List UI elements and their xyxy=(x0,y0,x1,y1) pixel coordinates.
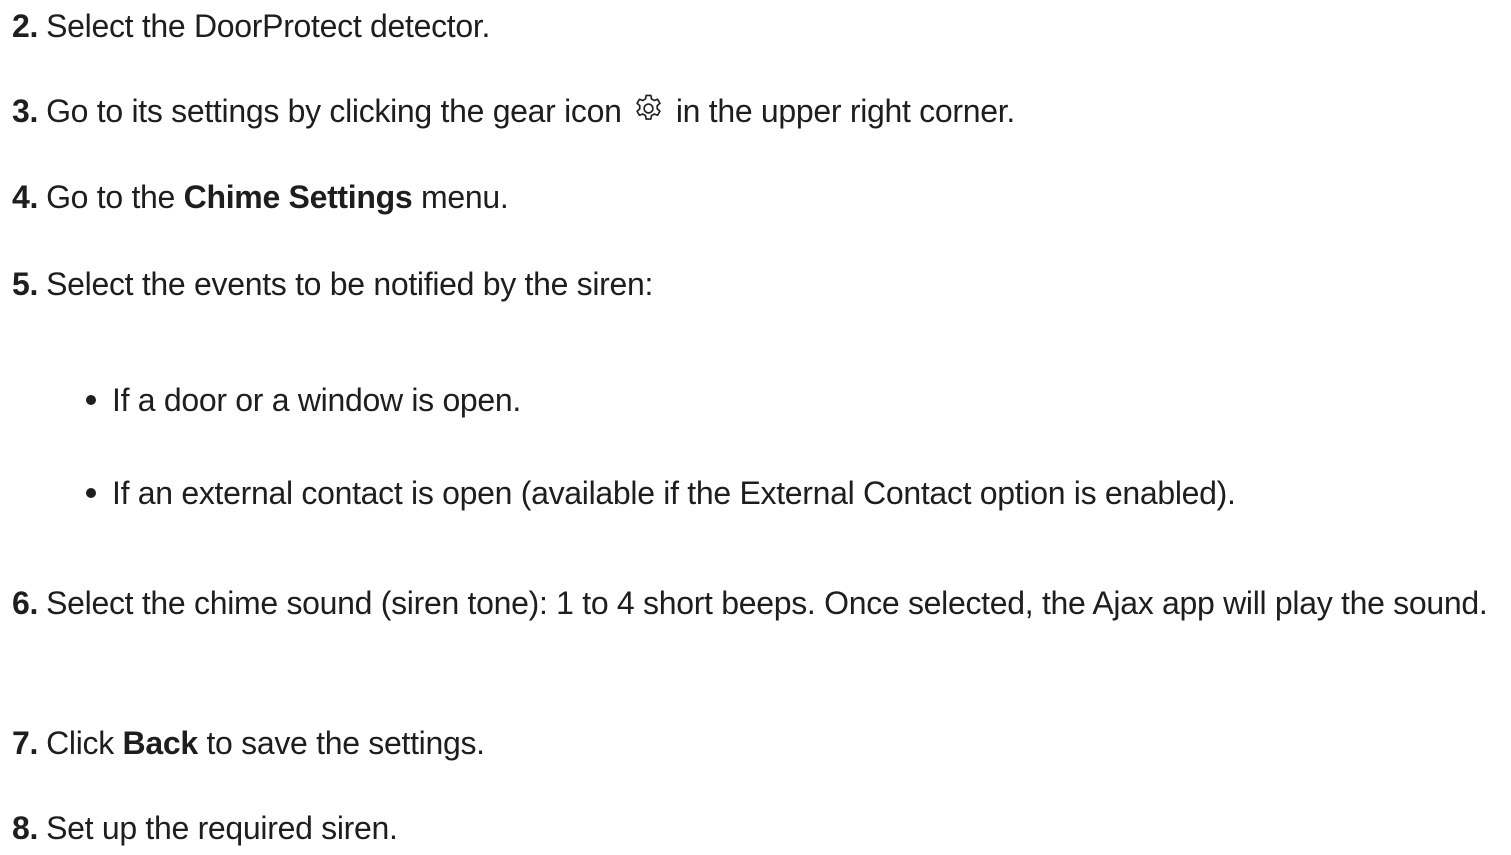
step-text: Set up the required siren. xyxy=(46,810,398,846)
step-3: 3. Go to its settings by clicking the ge… xyxy=(12,84,1507,138)
step-text: Click Back to save the settings. xyxy=(46,716,485,770)
bullet-text: If a door or a window is open. xyxy=(112,382,522,418)
step-5: 5. Select the events to be notified by t… xyxy=(12,257,1507,311)
step-text-part: Click xyxy=(46,725,114,761)
list-item: If a door or a window is open. xyxy=(86,373,1507,427)
step-text: Go to its settings by clicking the gear … xyxy=(46,84,1015,138)
step-2: 2. Select the DoorProtect detector. xyxy=(12,0,1507,53)
step-text-part: in the upper right corner. xyxy=(675,93,1015,129)
list-item: If an external contact is open (availabl… xyxy=(86,466,1507,520)
step-text: Select the DoorProtect detector. xyxy=(46,8,491,44)
step-number: 4. xyxy=(12,179,39,215)
chime-settings-menu-name: Chime Settings xyxy=(183,179,413,215)
step-7: 7. Click Back to save the settings. xyxy=(12,716,1507,770)
step-text: Go to the Chime Settings menu. xyxy=(46,170,509,224)
bullet-dot xyxy=(86,395,96,405)
step-text: Select the chime sound (siren tone): 1 t… xyxy=(46,585,1488,621)
step-number: 6. xyxy=(12,585,39,621)
step-text-part: menu. xyxy=(420,179,509,215)
step-text: Select the events to be notified by the … xyxy=(46,266,654,302)
step-4: 4. Go to the Chime Settings menu. xyxy=(12,170,1507,224)
step-number: 2. xyxy=(12,8,39,44)
bullet-text: If an external contact is open (availabl… xyxy=(112,475,1236,511)
step-8: 8. Set up the required siren. xyxy=(12,801,1507,855)
step-6: 6. Select the chime sound (siren tone): … xyxy=(12,576,1507,630)
gear-icon xyxy=(632,92,665,125)
back-button-name: Back xyxy=(122,725,199,761)
step-number: 3. xyxy=(12,93,39,129)
step-text-part: Go to its settings by clicking the gear … xyxy=(46,93,622,129)
bullet-dot xyxy=(86,488,96,498)
step-number: 7. xyxy=(12,725,39,761)
step-number: 5. xyxy=(12,266,39,302)
step-number: 8. xyxy=(12,810,39,846)
step-text-part: Go to the xyxy=(46,179,176,215)
step-text-part: to save the settings. xyxy=(206,725,485,761)
